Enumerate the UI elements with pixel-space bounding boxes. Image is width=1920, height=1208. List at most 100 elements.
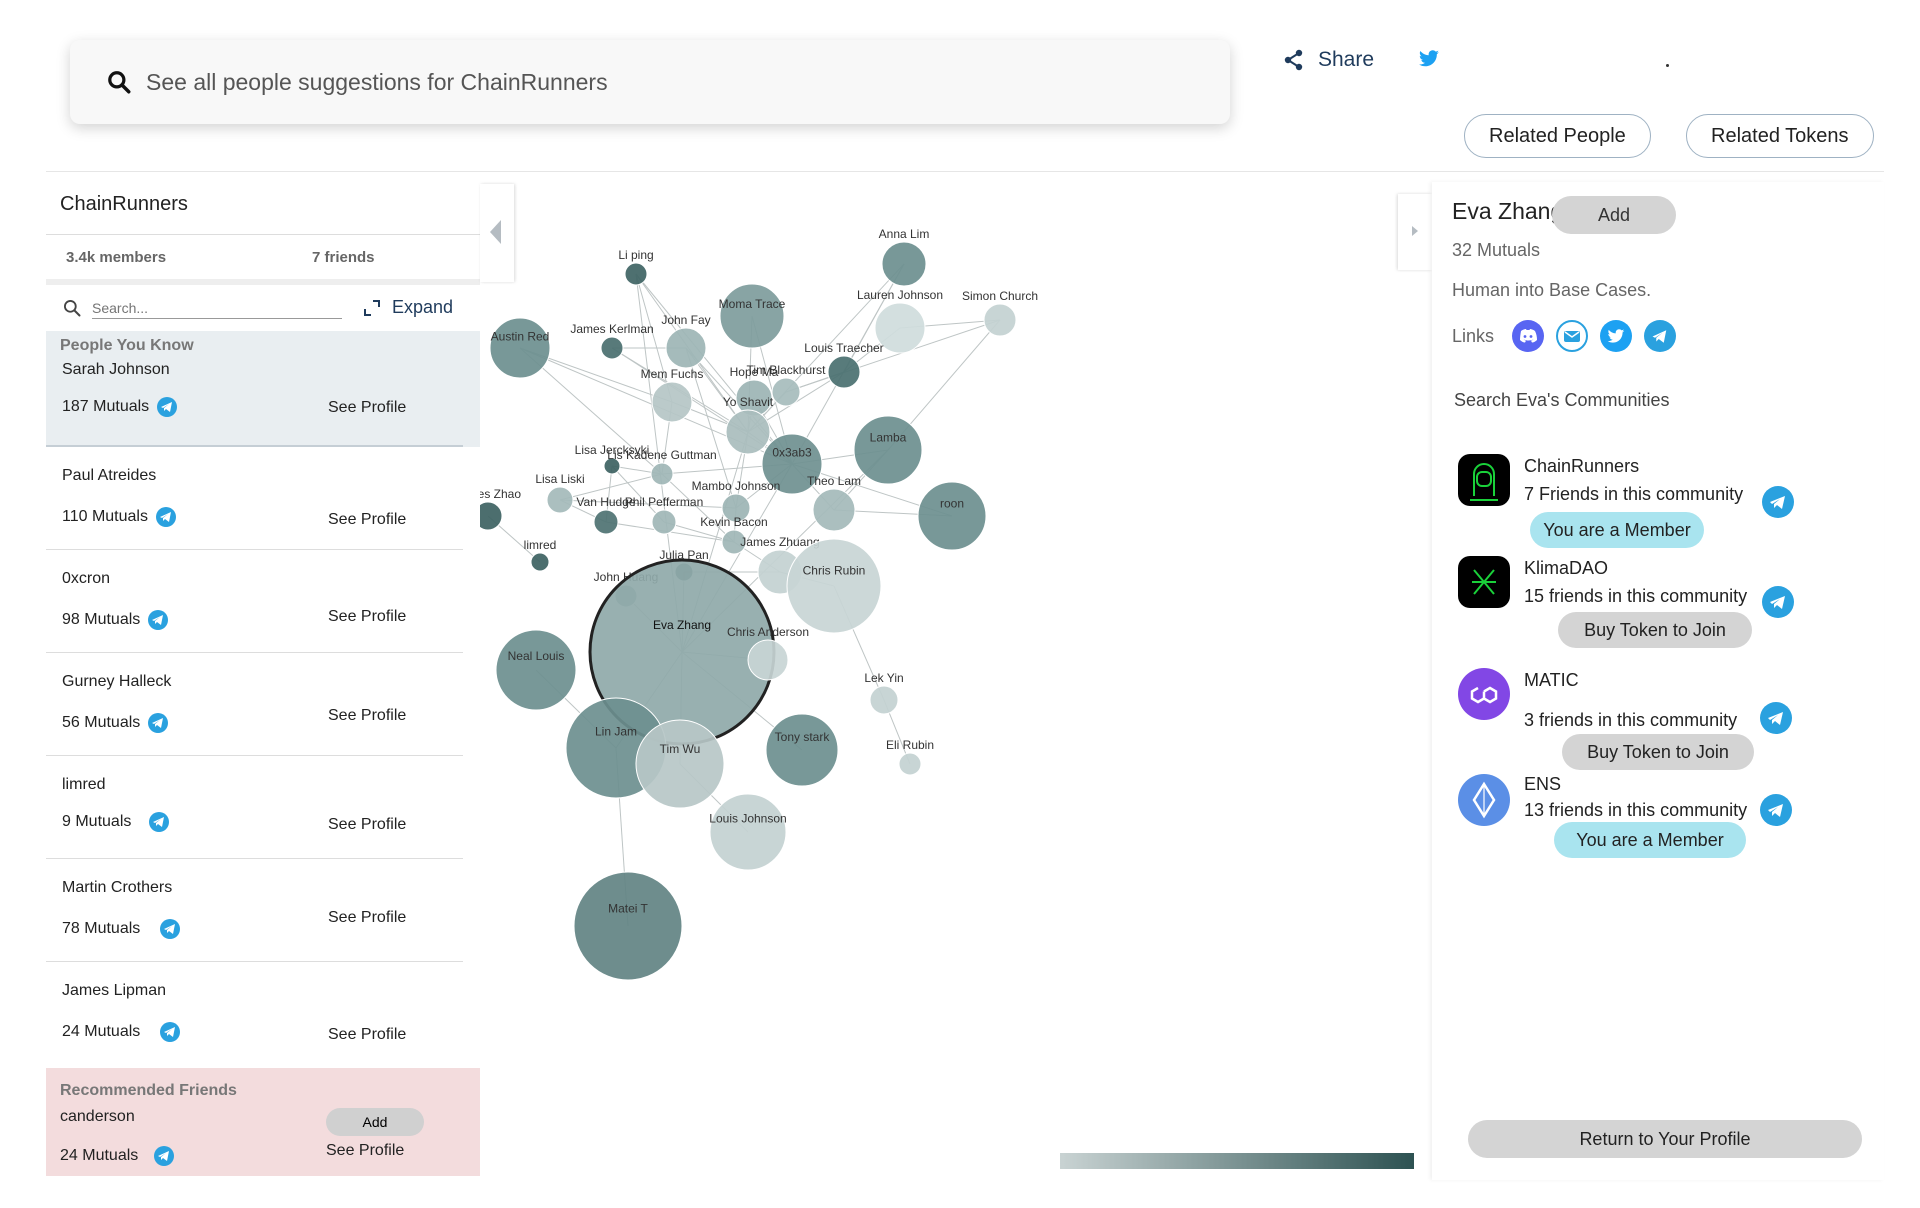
graph-node-circle[interactable]: [635, 719, 725, 809]
graph-node-circle[interactable]: [709, 793, 787, 871]
list-item[interactable]: limred 9 Mutuals See Profile: [46, 756, 463, 859]
telegram-icon[interactable]: [154, 1146, 175, 1166]
people-search-input[interactable]: [144, 67, 1048, 97]
graph-node[interactable]: roon: [917, 481, 987, 551]
see-profile-link[interactable]: See Profile: [328, 399, 406, 417]
community-stats: 3.4k members 7 friends: [46, 235, 480, 285]
list-item[interactable]: Martin Crothers 78 Mutuals See Profile: [46, 859, 463, 962]
graph-node-circle[interactable]: [665, 327, 707, 369]
related-people-button[interactable]: Related People: [1464, 114, 1651, 158]
discord-icon[interactable]: [1512, 320, 1545, 352]
see-profile-link[interactable]: See Profile: [328, 816, 406, 834]
share-button[interactable]: Share: [1284, 48, 1374, 72]
graph-node-circle[interactable]: [593, 509, 619, 535]
return-to-profile-button[interactable]: Return to Your Profile: [1468, 1120, 1862, 1158]
graph-node-circle[interactable]: [747, 639, 789, 681]
graph-node[interactable]: James Zhao: [480, 487, 521, 531]
graph-node-circle[interactable]: [650, 462, 674, 486]
graph-node-circle[interactable]: [725, 409, 771, 455]
graph-node-circle[interactable]: [573, 871, 683, 981]
sidebar-search-input[interactable]: [92, 297, 342, 319]
graph-node-circle[interactable]: [495, 629, 577, 711]
graph-node[interactable]: Phil Pefferman: [625, 495, 704, 535]
buy-token-button[interactable]: Buy Token to Join: [1558, 612, 1752, 648]
graph-node-circle[interactable]: [827, 355, 861, 389]
add-button[interactable]: Add: [1552, 196, 1676, 234]
graph-node-circle[interactable]: [651, 381, 693, 423]
graph-node-circle[interactable]: [530, 552, 550, 572]
graph-node[interactable]: James Kerlman: [570, 322, 654, 360]
telegram-icon[interactable]: [149, 812, 170, 832]
telegram-icon[interactable]: [155, 507, 176, 527]
graph-node-circle[interactable]: [786, 538, 882, 634]
graph-node-circle[interactable]: [546, 486, 574, 514]
graph-node-circle[interactable]: [771, 377, 801, 407]
graph-node[interactable]: Anna Lim: [879, 227, 930, 287]
graph-node-label: John Fay: [661, 313, 710, 327]
graph-node[interactable]: Tim Wu: [635, 719, 725, 809]
see-profile-link[interactable]: See Profile: [326, 1142, 404, 1160]
member-status-button[interactable]: You are a Member: [1530, 512, 1704, 548]
graph-node[interactable]: limred: [524, 538, 557, 572]
graph-node[interactable]: Yo Shavit: [723, 395, 774, 455]
telegram-icon[interactable]: [1760, 794, 1792, 826]
graph-node[interactable]: Tony stark: [765, 713, 839, 787]
graph-node-circle[interactable]: [600, 336, 624, 360]
graph-node[interactable]: Neal Louis: [495, 629, 577, 711]
twitter-icon[interactable]: [1600, 320, 1633, 352]
list-item[interactable]: 0xcron 98 Mutuals See Profile: [46, 550, 463, 653]
graph-node-circle[interactable]: [651, 509, 677, 535]
telegram-icon[interactable]: [160, 919, 181, 939]
graph-node-circle[interactable]: [869, 685, 899, 715]
twitter-icon[interactable]: [1418, 50, 1440, 68]
graph-node-circle[interactable]: [719, 283, 785, 349]
graph-node[interactable]: Matei T: [573, 871, 683, 981]
see-profile-link[interactable]: See Profile: [328, 511, 406, 529]
graph-node[interactable]: Lek Yin: [864, 671, 904, 715]
see-profile-link[interactable]: See Profile: [328, 909, 406, 927]
graph-node[interactable]: Chris Rubin: [786, 538, 882, 634]
add-friend-button[interactable]: Add: [326, 1108, 424, 1136]
graph-node-circle[interactable]: [765, 713, 839, 787]
list-item[interactable]: Paul Atreides 110 Mutuals See Profile: [46, 447, 463, 550]
telegram-icon[interactable]: [157, 397, 178, 417]
expand-button[interactable]: Expand: [364, 297, 453, 318]
list-item[interactable]: James Lipman 24 Mutuals See Profile: [46, 962, 463, 1068]
telegram-icon[interactable]: [148, 713, 169, 733]
see-profile-link[interactable]: See Profile: [328, 608, 406, 626]
graph-node-circle[interactable]: [898, 752, 922, 776]
telegram-icon[interactable]: [160, 1022, 181, 1042]
see-profile-link[interactable]: See Profile: [328, 1026, 406, 1044]
telegram-icon[interactable]: [1760, 702, 1792, 734]
related-tokens-button[interactable]: Related Tokens: [1686, 114, 1874, 158]
see-profile-link[interactable]: See Profile: [328, 707, 406, 725]
buy-token-button[interactable]: Buy Token to Join: [1562, 734, 1754, 770]
graph-node[interactable]: Theo Lam: [807, 474, 861, 532]
graph-node[interactable]: Eli Rubin: [886, 738, 934, 776]
graph-node[interactable]: John Fay: [661, 313, 711, 369]
graph-node-circle[interactable]: [624, 262, 648, 286]
graph-node[interactable]: Li ping: [618, 248, 654, 286]
graph-node-label: Kevin Bacon: [700, 515, 767, 529]
graph-node-circle[interactable]: [853, 415, 923, 485]
telegram-icon[interactable]: [1762, 486, 1794, 518]
graph-node[interactable]: Austin Red: [489, 317, 551, 379]
email-icon[interactable]: [1556, 320, 1589, 352]
telegram-icon[interactable]: [148, 610, 169, 630]
telegram-icon[interactable]: [1762, 586, 1794, 618]
graph-node-circle[interactable]: [881, 241, 927, 287]
list-item[interactable]: Gurney Halleck 56 Mutuals See Profile: [46, 653, 463, 756]
member-status-button[interactable]: You are a Member: [1554, 822, 1746, 858]
graph-node[interactable]: Louis Johnson: [709, 793, 787, 871]
list-item[interactable]: People You Know Sarah Johnson 187 Mutual…: [46, 331, 463, 447]
graph-node-circle[interactable]: [812, 488, 856, 532]
graph-node[interactable]: Moma Trace: [719, 283, 786, 349]
community-friends: 7 Friends in this community: [1524, 484, 1744, 504]
network-graph[interactable]: Li ping Anna Lim Moma Trace Simon Church Lau…: [480, 186, 1480, 1180]
graph-node-circle[interactable]: [489, 317, 551, 379]
graph-node[interactable]: Lamba: [853, 415, 923, 485]
graph-node-circle[interactable]: [983, 303, 1017, 337]
people-search-box[interactable]: [70, 40, 1230, 124]
telegram-icon[interactable]: [1644, 320, 1677, 352]
graph-node-circle[interactable]: [917, 481, 987, 551]
